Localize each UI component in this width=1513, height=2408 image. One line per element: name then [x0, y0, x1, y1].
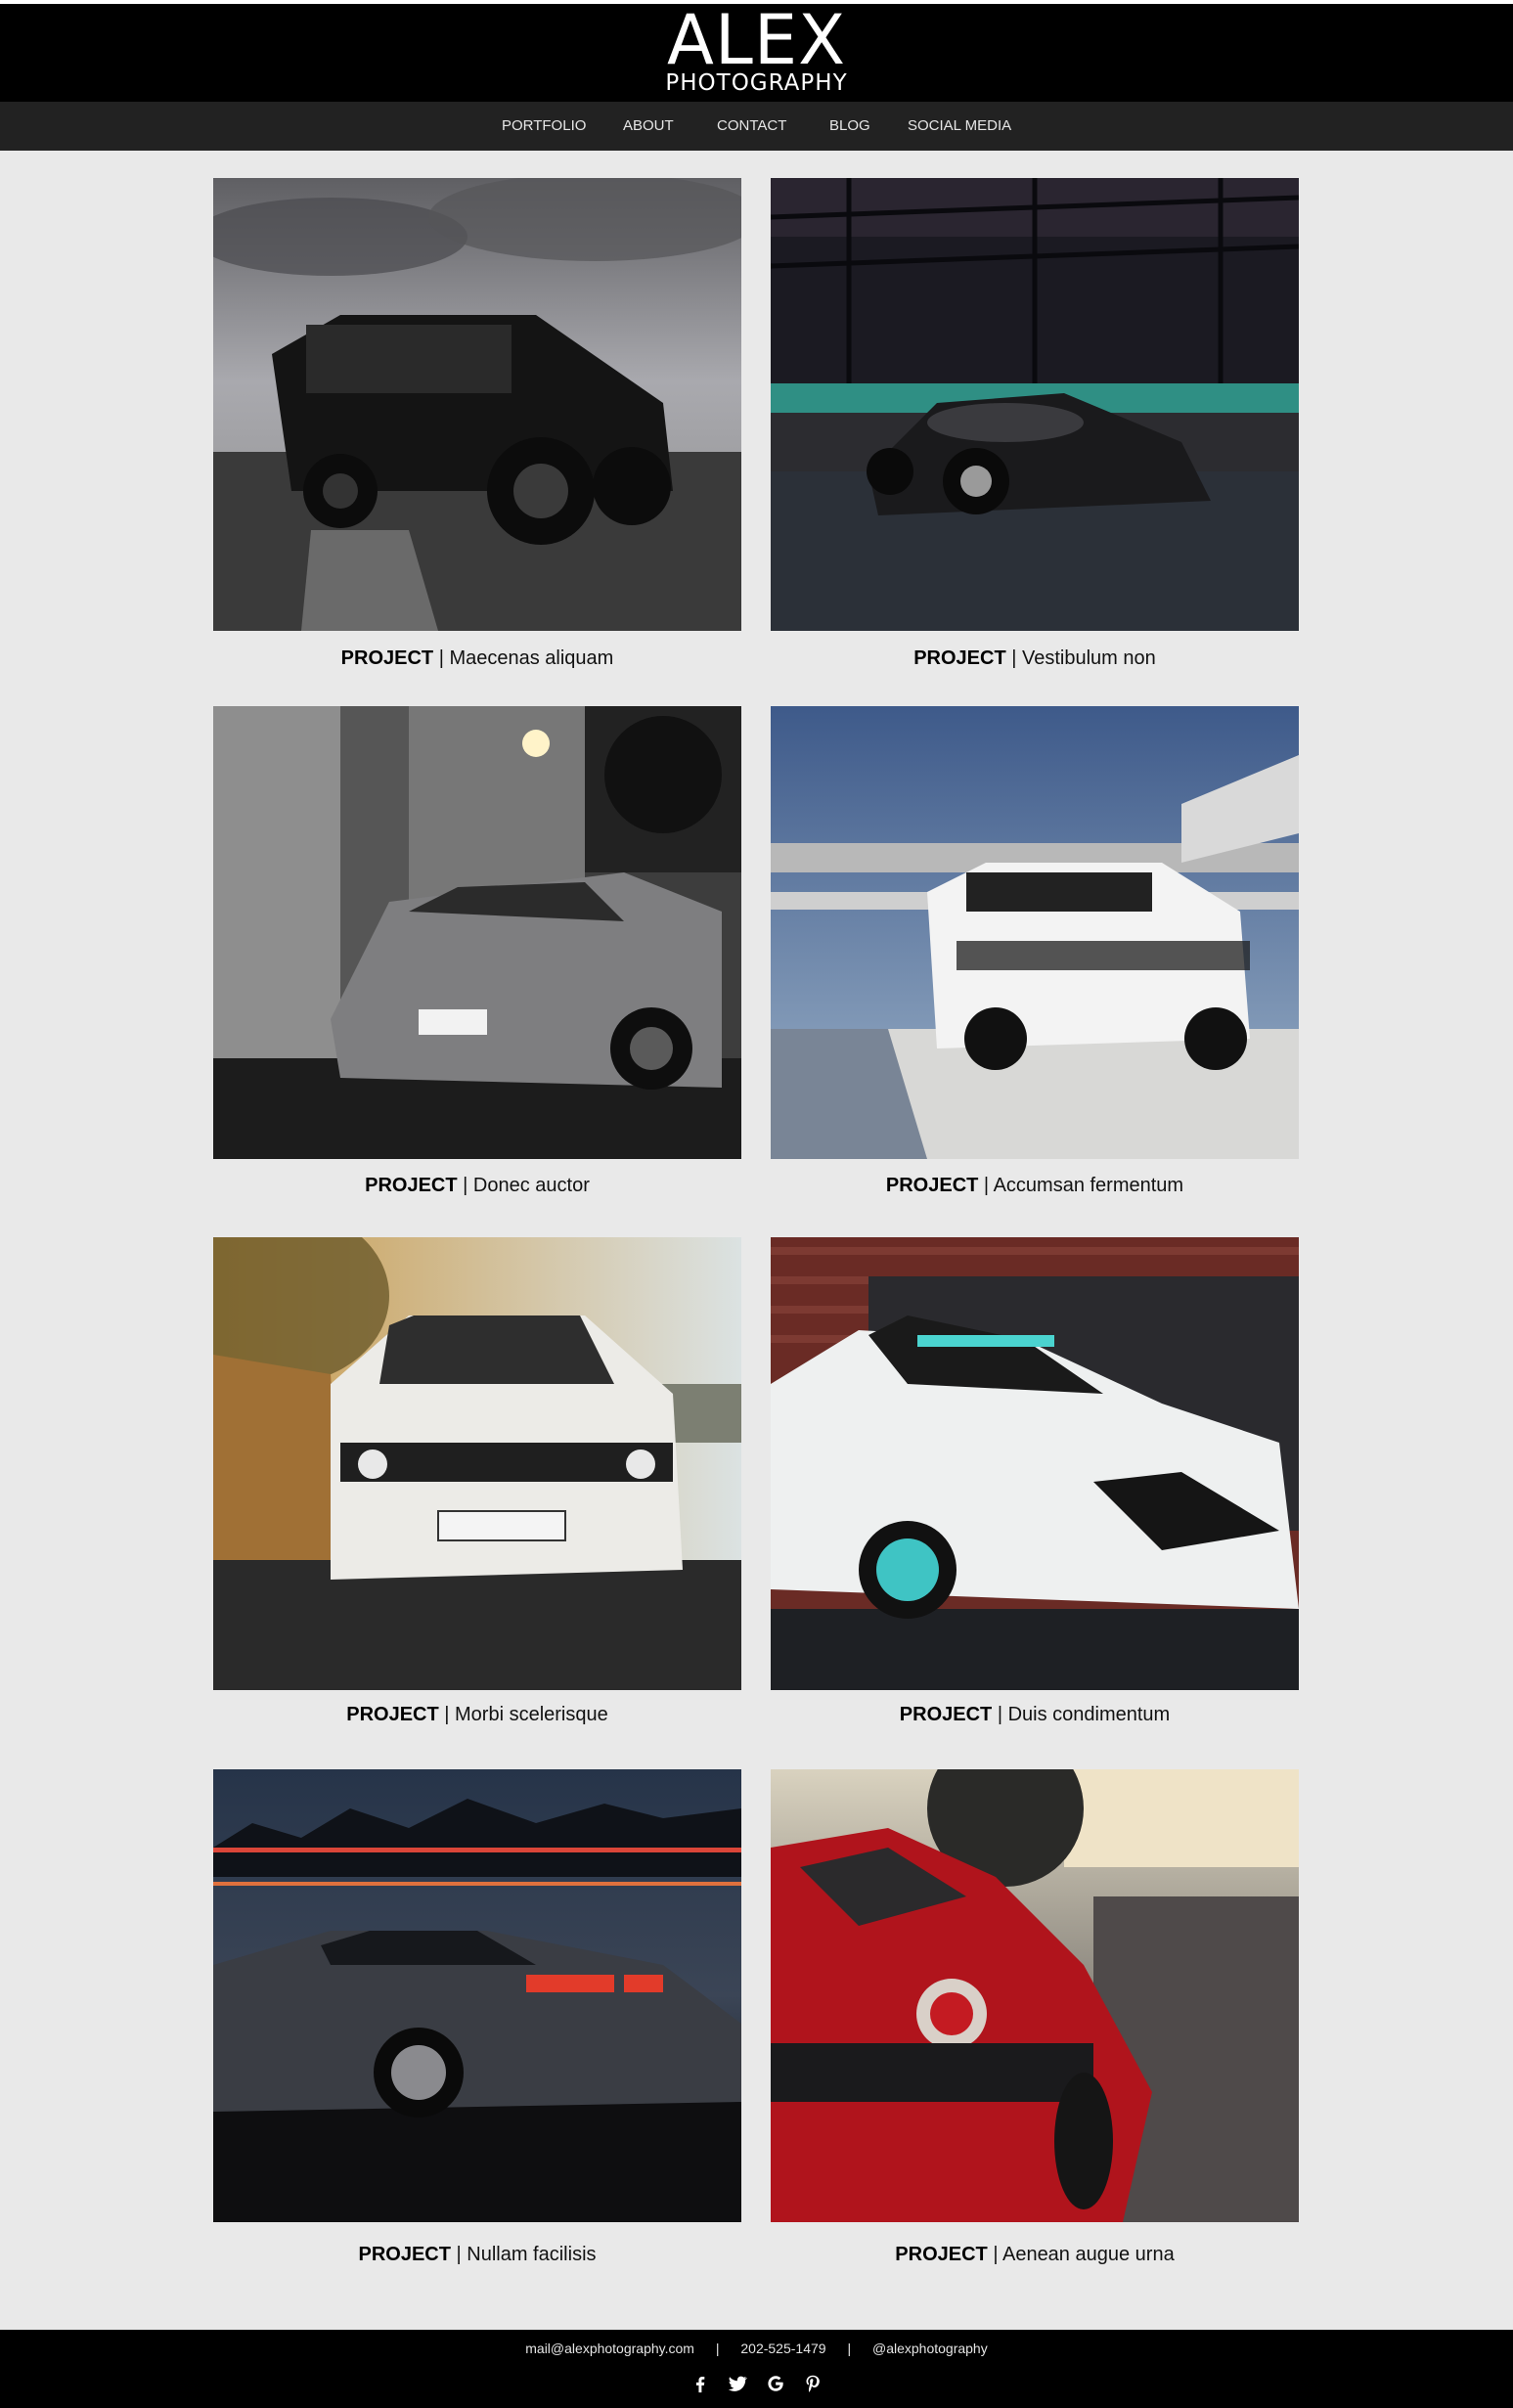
project-label: PROJECT: [895, 2244, 988, 2265]
contact-line: mail@alexphotography.com | 202-525-1479 …: [0, 2340, 1513, 2357]
project-title: | Aenean augue urna: [993, 2244, 1175, 2265]
nav-item-contact[interactable]: CONTACT: [717, 117, 786, 135]
nav-item-portfolio[interactable]: PORTFOLIO: [502, 117, 586, 135]
project-caption-8: PROJECT | Aenean augue urna: [771, 2243, 1299, 2266]
nav-item-about[interactable]: ABOUT: [623, 117, 674, 135]
site-header: ALEX PHOTOGRAPHY: [0, 4, 1513, 102]
project-title: | Accumsan fermentum: [983, 1175, 1184, 1196]
footer-handle[interactable]: @alexphotography: [872, 2341, 988, 2356]
nav-item-social-media[interactable]: SOCIAL MEDIA: [908, 117, 1011, 135]
project-label: PROJECT: [899, 1704, 993, 1725]
facebook-icon[interactable]: [690, 2373, 711, 2394]
project-caption-1: PROJECT | Maecenas aliquam: [213, 647, 741, 670]
pinterest-icon[interactable]: [802, 2373, 823, 2394]
project-photo-1[interactable]: [213, 178, 741, 631]
project-label: PROJECT: [346, 1704, 439, 1725]
project-caption-2: PROJECT | Vestibulum non: [771, 647, 1299, 670]
project-photo-8[interactable]: [771, 1769, 1299, 2222]
project-title: | Morbi scelerisque: [444, 1704, 608, 1725]
project-photo-3[interactable]: [213, 706, 741, 1159]
footer-phone[interactable]: 202-525-1479: [740, 2341, 825, 2356]
project-photo-2[interactable]: [771, 178, 1299, 631]
footer-email[interactable]: mail@alexphotography.com: [525, 2341, 694, 2356]
google-icon[interactable]: [765, 2373, 786, 2394]
project-title: | Maecenas aliquam: [438, 647, 614, 669]
project-caption-7: PROJECT | Nullam facilisis: [213, 2243, 741, 2266]
nav-item-blog[interactable]: BLOG: [829, 117, 870, 135]
project-caption-6: PROJECT | Duis condimentum: [771, 1703, 1299, 1726]
project-photo-7[interactable]: [213, 1769, 741, 2222]
main-nav: PORTFOLIO ABOUT CONTACT BLOG SOCIAL MEDI…: [0, 102, 1513, 151]
project-label: PROJECT: [358, 2244, 451, 2265]
project-caption-3: PROJECT | Donec auctor: [213, 1174, 741, 1197]
project-title: | Duis condimentum: [997, 1704, 1171, 1725]
project-label: PROJECT: [340, 647, 434, 669]
logo-subtitle: PHOTOGRAPHY: [665, 70, 848, 96]
social-icons: [0, 2373, 1513, 2394]
project-label: PROJECT: [913, 647, 1006, 669]
project-label: PROJECT: [885, 1175, 979, 1196]
site-footer: mail@alexphotography.com | 202-525-1479 …: [0, 2330, 1513, 2408]
project-photo-4[interactable]: [771, 706, 1299, 1159]
project-title: | Nullam facilisis: [456, 2244, 597, 2265]
project-photo-6[interactable]: [771, 1237, 1299, 1690]
project-caption-4: PROJECT | Accumsan fermentum: [771, 1174, 1299, 1197]
footer-separator: |: [715, 2341, 720, 2356]
twitter-icon[interactable]: [727, 2373, 748, 2394]
project-caption-5: PROJECT | Morbi scelerisque: [213, 1703, 741, 1726]
footer-separator: |: [847, 2341, 852, 2356]
logo-title[interactable]: ALEX: [0, 6, 1513, 74]
project-photo-5[interactable]: [213, 1237, 741, 1690]
project-title: | Vestibulum non: [1011, 647, 1156, 669]
project-title: | Donec auctor: [463, 1175, 590, 1196]
project-label: PROJECT: [365, 1175, 458, 1196]
